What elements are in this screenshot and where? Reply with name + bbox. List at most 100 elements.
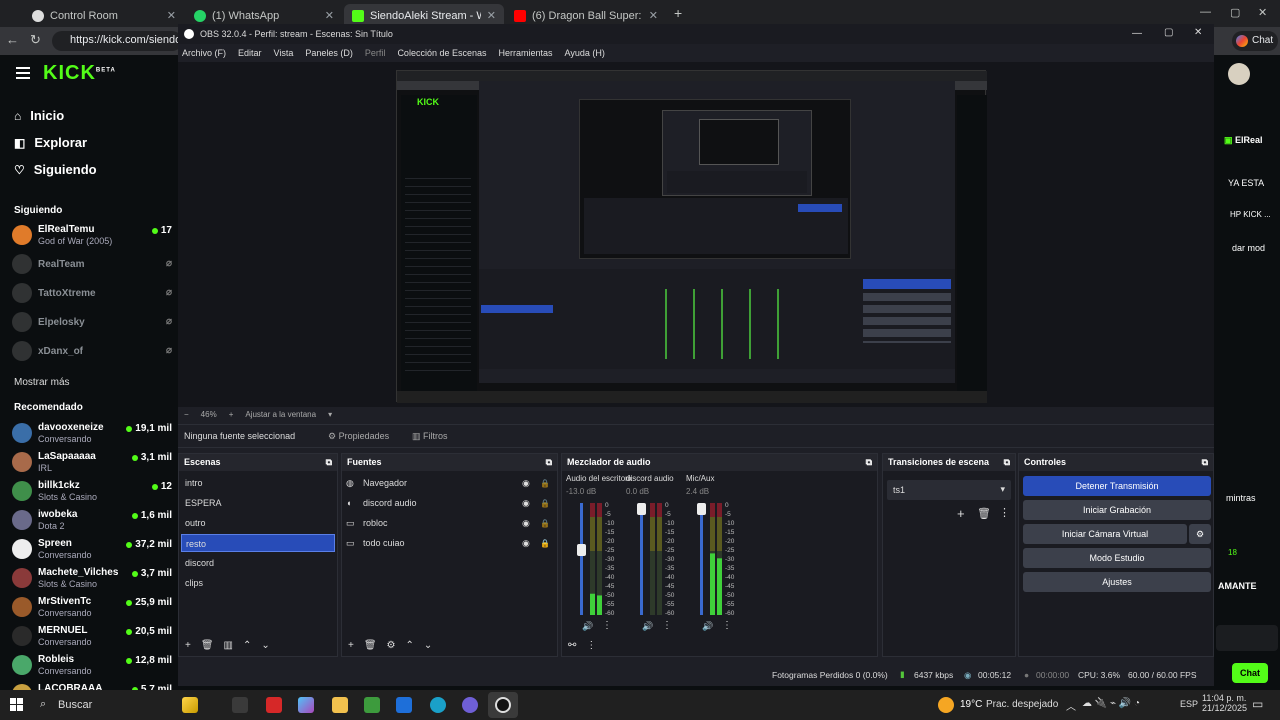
kebab-menu-icon[interactable]: ⋮	[999, 506, 1010, 519]
undock-icon[interactable]: ⧉	[326, 457, 332, 468]
tray-chevron-icon[interactable]: ︿	[1066, 698, 1076, 713]
file-explorer-icon[interactable]	[332, 697, 348, 713]
discord-icon[interactable]	[462, 697, 478, 713]
filter-icon[interactable]: ▥	[224, 640, 233, 651]
following-channel[interactable]: TattoXtreme ⌀	[12, 281, 172, 307]
scene-item[interactable]: intro	[181, 474, 335, 492]
nav-siguiendo[interactable]: ♡ Siguiendo	[14, 162, 97, 177]
close-icon[interactable]: ✕	[649, 9, 658, 22]
chat-send-button[interactable]: Chat	[1232, 663, 1268, 683]
filters-button[interactable]: ▥ Filtros	[412, 431, 448, 442]
back-icon[interactable]: ←	[6, 32, 19, 47]
eye-icon[interactable]: ◉	[522, 538, 530, 549]
url-input[interactable]: https://kick.com/siendoal	[52, 31, 182, 51]
speaker-icon[interactable]: 🔊	[642, 621, 653, 632]
scene-item[interactable]: ESPERA	[181, 494, 335, 512]
recommended-channel[interactable]: Machete_Vilches Slots & Casino 3,7 mil	[12, 566, 172, 592]
scene-item[interactable]: resto	[181, 534, 335, 552]
fader-handle[interactable]	[697, 503, 706, 515]
recommended-channel[interactable]: Robleis Conversando 12,8 mil	[12, 653, 172, 679]
source-item[interactable]: ▭ todo cuiao ◉ 🔒	[346, 534, 550, 552]
eye-icon[interactable]: ◉	[522, 498, 530, 509]
close-window-icon[interactable]: ✕	[1258, 6, 1267, 19]
following-channel[interactable]: ElRealTemu God of War (2005) 17	[12, 223, 172, 249]
close-icon[interactable]: ✕	[325, 9, 334, 22]
recommended-channel[interactable]: Spreen Conversando 37,2 mil	[12, 537, 172, 563]
fader-track[interactable]	[640, 503, 643, 615]
weather-desc[interactable]: Prac. despejado	[986, 699, 1058, 710]
eye-icon[interactable]: ◉	[522, 478, 530, 489]
source-item[interactable]: ◖ discord audio ◉ 🔒	[346, 494, 550, 512]
fader-track[interactable]	[700, 503, 703, 615]
maximize-icon[interactable]: ▢	[1164, 27, 1173, 38]
undock-icon[interactable]: ⧉	[1004, 457, 1010, 468]
kebab-menu-icon[interactable]: ⋮	[722, 620, 732, 631]
close-icon[interactable]: ✕	[1194, 27, 1202, 38]
scene-item[interactable]: discord	[181, 554, 335, 572]
zoom-in-icon[interactable]: +	[229, 410, 234, 419]
speaker-icon[interactable]: 🔊	[702, 621, 713, 632]
lock-icon[interactable]: 🔒	[540, 479, 550, 488]
following-channel[interactable]: RealTeam ⌀	[12, 252, 172, 278]
nav-inicio[interactable]: ⌂ Inicio	[14, 108, 64, 123]
recommended-channel[interactable]: iwobeka Dota 2 1,6 mil	[12, 508, 172, 534]
settings-button[interactable]: Ajustes	[1023, 572, 1211, 592]
recommended-channel[interactable]: MrStivenTc Conversando 25,9 mil	[12, 595, 172, 621]
new-tab-icon[interactable]: +	[674, 5, 682, 21]
arrow-down-icon[interactable]: ⌄	[261, 640, 269, 651]
add-icon[interactable]: +	[348, 640, 354, 651]
fader-handle[interactable]	[637, 503, 646, 515]
fader-handle[interactable]	[577, 544, 586, 557]
lock-icon[interactable]: 🔒	[540, 499, 550, 508]
add-icon[interactable]: +	[957, 506, 965, 521]
browser-tab[interactable]: Control Room ✕	[24, 4, 184, 27]
stop-streaming-button[interactable]: Detener Transmisión	[1023, 476, 1211, 496]
weather-temp[interactable]: 19°C	[960, 699, 982, 710]
kick-logo[interactable]: KICKBETA	[43, 62, 116, 85]
windows-start-icon[interactable]	[10, 698, 23, 711]
start-recording-button[interactable]: Iniciar Grabación	[1023, 500, 1211, 520]
recommended-channel[interactable]: LaSapaaaaa IRL 3,1 mil	[12, 450, 172, 476]
arrow-down-icon[interactable]: ⌄	[424, 640, 432, 651]
following-channel[interactable]: xDanx_of ⌀	[12, 339, 172, 365]
studio-mode-button[interactable]: Modo Estudio	[1023, 548, 1211, 568]
outlook-icon[interactable]	[396, 697, 412, 713]
wps-icon[interactable]	[266, 697, 282, 713]
undock-icon[interactable]: ⧉	[546, 457, 552, 468]
transition-select[interactable]: ts1 ▾	[887, 480, 1011, 500]
add-icon[interactable]: +	[185, 640, 191, 651]
menu-archivo[interactable]: Archivo (F)	[182, 48, 226, 58]
speaker-icon[interactable]: 🔊	[582, 621, 593, 632]
close-icon[interactable]: ✕	[487, 9, 496, 22]
copilot-app-icon[interactable]	[298, 697, 314, 713]
minimize-icon[interactable]: —	[1200, 6, 1211, 18]
menu-ayuda[interactable]: Ayuda (H)	[565, 48, 605, 58]
eye-icon[interactable]: ◉	[522, 518, 530, 529]
menu-perfil[interactable]: Perfil	[365, 48, 386, 58]
menu-coleccion[interactable]: Colección de Escenas	[397, 48, 486, 58]
chat-button[interactable]: Chat	[1232, 31, 1278, 51]
calculator-icon[interactable]	[364, 697, 380, 713]
properties-button[interactable]: ⚙ Propiedades	[328, 431, 389, 442]
taskbar-search[interactable]: ⌕ Buscar	[32, 694, 172, 716]
source-item[interactable]: ▭ robloc ◉ 🔒	[346, 514, 550, 532]
fit-window-label[interactable]: Ajustar a la ventana	[245, 410, 316, 419]
clock[interactable]: 11:04 p. m. 21/12/2025	[1202, 693, 1247, 713]
close-icon[interactable]: ✕	[167, 9, 176, 22]
following-channel[interactable]: Elpelosky ⌀	[12, 310, 172, 336]
kebab-menu-icon[interactable]: ⋮	[662, 620, 672, 631]
lock-icon[interactable]: 🔒	[540, 539, 550, 548]
notifications-icon[interactable]: ▭	[1252, 697, 1263, 711]
copilot-icon[interactable]	[182, 697, 198, 713]
avatar[interactable]	[1228, 63, 1250, 85]
recommended-channel[interactable]: billk1ckz Slots & Casino 12	[12, 479, 172, 505]
task-view-icon[interactable]	[232, 697, 248, 713]
scene-item[interactable]: outro	[181, 514, 335, 532]
edge-icon[interactable]	[430, 697, 446, 713]
chat-input[interactable]	[1216, 625, 1278, 651]
kebab-menu-icon[interactable]: ⋮	[602, 620, 612, 631]
recommended-channel[interactable]: davooxeneize Conversando 19,1 mil	[12, 421, 172, 447]
menu-herramientas[interactable]: Herramientas	[499, 48, 553, 58]
trash-icon[interactable]: 🗑	[364, 640, 377, 651]
menu-vista[interactable]: Vista	[274, 48, 294, 58]
